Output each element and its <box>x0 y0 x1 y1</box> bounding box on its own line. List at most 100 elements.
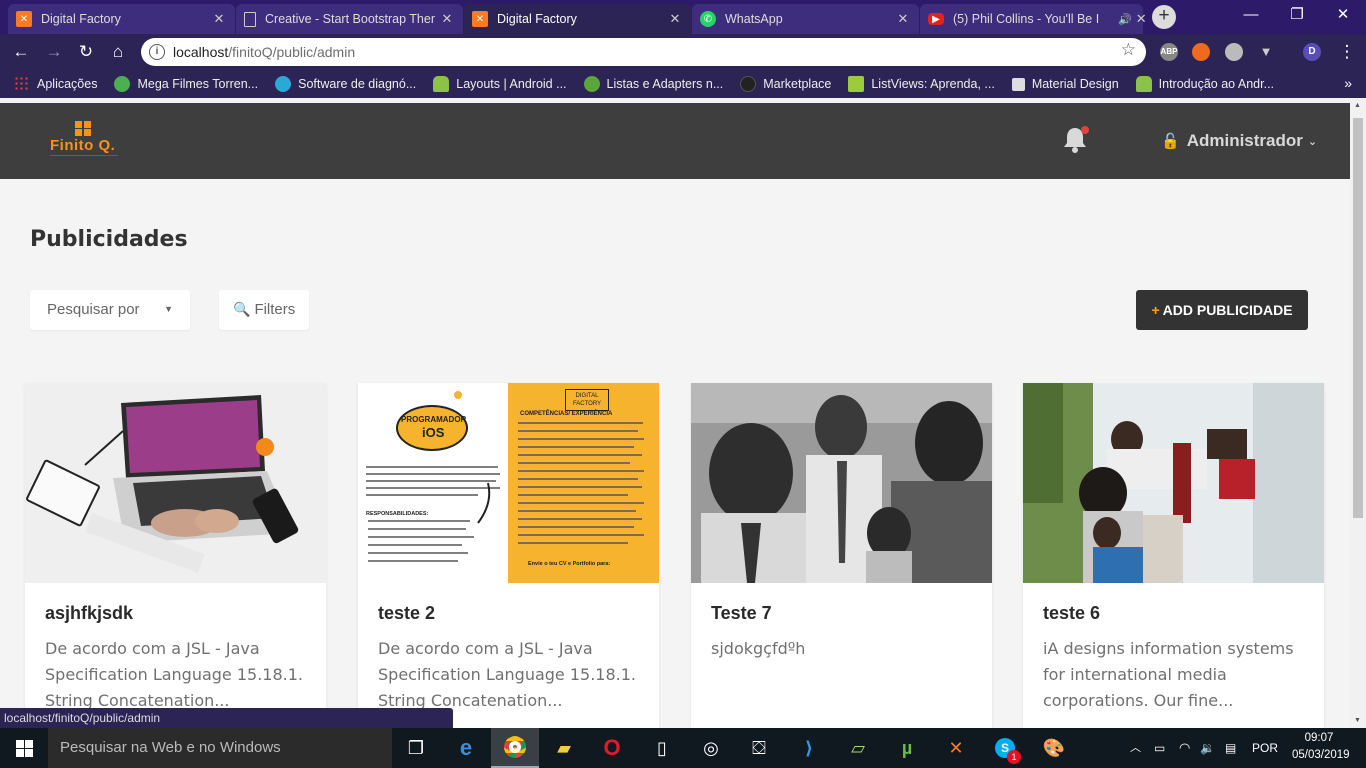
publicidade-card[interactable]: asjhfkjsdk De acordo com a JSL - Java Sp… <box>25 383 326 728</box>
close-tab-icon[interactable]: ✕ <box>895 11 911 27</box>
tab-title: WhatsApp <box>725 12 783 26</box>
folder-app-icon[interactable]: ▱ <box>844 734 872 762</box>
windows-start-button[interactable] <box>0 728 48 768</box>
filters-button[interactable]: 🔍 Filters <box>219 290 309 330</box>
logo-square <box>84 129 91 136</box>
add-publicidade-button[interactable]: + ADD PUBLICIDADE <box>1136 290 1308 330</box>
browser-tab[interactable]: ✆ WhatsApp ✕ <box>692 4 919 34</box>
add-button-label: ADD PUBLICIDADE <box>1162 302 1293 318</box>
chrome-taskbar-icon[interactable] <box>491 728 539 768</box>
scroll-down-icon[interactable]: ▼ <box>1354 717 1361 724</box>
browser-tab[interactable]: Creative - Start Bootstrap Ther ✕ <box>236 4 463 34</box>
extension-orange-icon[interactable] <box>1192 43 1210 61</box>
profile-avatar[interactable]: D <box>1303 43 1321 61</box>
document-icon <box>244 11 256 27</box>
group-photo <box>691 383 992 583</box>
extension-skype-icon[interactable] <box>1225 43 1243 61</box>
utorrent-icon[interactable]: µ <box>893 734 921 762</box>
bookmark-item[interactable]: Introdução ao Andr... <box>1135 76 1274 92</box>
tab-title: Creative - Start Bootstrap Ther <box>265 12 435 26</box>
bookmark-label: Layouts | Android ... <box>456 77 567 91</box>
windows-taskbar: Pesquisar na Web e no Windows ❐ e ▰ O ▯ … <box>0 728 1366 768</box>
store-icon[interactable]: ⛋ <box>745 734 773 762</box>
opera-icon[interactable]: O <box>598 734 626 762</box>
page-scrollbar[interactable]: ▲ ▼ <box>1350 98 1366 728</box>
bookmark-item[interactable]: Marketplace <box>740 76 831 92</box>
skype-icon[interactable]: S 1 <box>991 734 1021 764</box>
scroll-up-icon[interactable]: ▲ <box>1354 102 1361 109</box>
site-info-icon[interactable]: i <box>149 44 165 60</box>
minimize-window-button[interactable]: — <box>1228 0 1274 30</box>
taskbar-search-input[interactable]: Pesquisar na Web e no Windows <box>48 728 392 768</box>
show-hidden-icons[interactable]: ︿ <box>1130 728 1141 768</box>
search-by-dropdown[interactable]: Pesquisar por ▼ <box>30 290 190 330</box>
wifi-icon[interactable]: ◠ <box>1179 728 1190 768</box>
bookmark-item[interactable]: Layouts | Android ... <box>433 76 567 92</box>
system-clock[interactable]: 09:07 05/03/2019 <box>1292 730 1350 764</box>
browser-tab-active[interactable]: ✕ Digital Factory ✕ <box>464 4 691 34</box>
bookmark-label: Listas e Adapters n... <box>606 77 724 91</box>
user-menu[interactable]: 🔓 Administrador ⌄ <box>1161 131 1317 151</box>
restore-window-button[interactable]: ❐ <box>1274 0 1320 30</box>
address-bar[interactable]: i localhost/finitoQ/public/admin ☆ <box>141 38 1146 66</box>
card-description: iA designs information systems for inter… <box>1043 639 1294 710</box>
card-image-outdoor-photo <box>1023 383 1324 583</box>
media-player-icon[interactable]: ◎ <box>697 734 725 762</box>
bookmark-item[interactable]: Aplicações <box>14 76 97 92</box>
address-url[interactable]: localhost/finitoQ/public/admin <box>173 44 355 60</box>
close-tab-icon[interactable]: ✕ <box>667 11 683 27</box>
card-description: sjdokgçfdºh <box>711 639 806 658</box>
bookmark-item[interactable]: Material Design <box>1011 77 1119 91</box>
browser-tabstrip: ✕ Digital Factory ✕ Creative - Start Boo… <box>0 0 1366 34</box>
publicidade-card[interactable]: Teste 7 sjdokgçfdºh <box>691 383 992 728</box>
close-tab-icon[interactable]: ✕ <box>1136 11 1147 27</box>
xampp-taskbar-icon[interactable]: ✕ <box>942 734 970 762</box>
bookmark-item[interactable]: ListViews: Aprenda, ... <box>848 76 995 92</box>
notifications-bell-icon[interactable] <box>1062 125 1090 155</box>
vscode-icon[interactable]: ⟩ <box>795 734 823 762</box>
more-bookmarks-icon[interactable]: » <box>1344 75 1352 91</box>
close-window-button[interactable]: ✕ <box>1320 0 1366 30</box>
file-explorer-icon[interactable]: ▰ <box>550 734 578 762</box>
finitoq-logo[interactable]: Finito Q. <box>48 121 138 163</box>
new-tab-button[interactable]: + <box>1152 5 1176 29</box>
publicidade-card[interactable]: teste 6 iA designs information systems f… <box>1023 383 1324 728</box>
browser-tab[interactable]: ✕ Digital Factory ✕ <box>8 4 235 34</box>
bookmark-item[interactable]: Software de diagnó... <box>275 76 416 92</box>
edge-browser-icon[interactable]: e <box>452 734 480 762</box>
paint-app-icon[interactable]: 🎨 <box>1040 734 1068 762</box>
battery-icon[interactable]: ▭ <box>1154 728 1165 768</box>
material-icon <box>1011 77 1025 91</box>
app-header: Finito Q. 🔓 Administrador ⌄ <box>0 103 1350 179</box>
extension-v-icon[interactable]: ▼ <box>1257 43 1275 61</box>
notification-center-icon[interactable] <box>1352 728 1366 768</box>
speaker-icon[interactable]: 🔊 <box>1118 13 1132 26</box>
user-name: Administrador <box>1186 131 1303 150</box>
reload-icon[interactable]: ↻ <box>73 40 99 64</box>
publicidade-card[interactable]: PROGRAMADOR iOS DIGITAL FACTORY COMPETÊN… <box>358 383 659 728</box>
close-tab-icon[interactable]: ✕ <box>211 11 227 27</box>
notepad-icon[interactable]: ▯ <box>648 734 676 762</box>
home-icon[interactable]: ⌂ <box>105 40 131 64</box>
scrollbar-thumb[interactable] <box>1353 118 1363 518</box>
browser-tab[interactable]: ▶ (5) Phil Collins - You'll Be I 🔊 ✕ <box>920 4 1147 34</box>
task-view-icon[interactable]: ❐ <box>402 734 430 762</box>
adblock-icon[interactable]: ABP <box>1160 43 1178 61</box>
bookmark-item[interactable]: Mega Filmes Torren... <box>114 76 258 92</box>
xampp-icon: ✕ <box>16 11 32 27</box>
unlock-icon: 🔓 <box>1161 133 1180 150</box>
bookmark-item[interactable]: Listas e Adapters n... <box>583 76 724 92</box>
browser-menu-icon[interactable]: ⋮ <box>1334 40 1360 64</box>
action-center-msg-icon[interactable]: ▤ <box>1225 728 1236 768</box>
windows-logo-icon <box>16 749 24 757</box>
card-title: teste 2 <box>378 603 436 623</box>
input-language[interactable]: POR <box>1252 728 1278 768</box>
back-arrow-icon[interactable]: ← <box>8 40 34 64</box>
search-by-label: Pesquisar por <box>47 301 140 318</box>
volume-icon[interactable]: 🔉 <box>1200 728 1215 768</box>
close-tab-icon[interactable]: ✕ <box>439 11 455 27</box>
chrome-icon <box>504 736 526 758</box>
bookmark-star-icon[interactable]: ☆ <box>1121 40 1136 60</box>
laptop-photo <box>25 383 326 583</box>
forward-arrow-icon[interactable]: → <box>41 40 67 64</box>
